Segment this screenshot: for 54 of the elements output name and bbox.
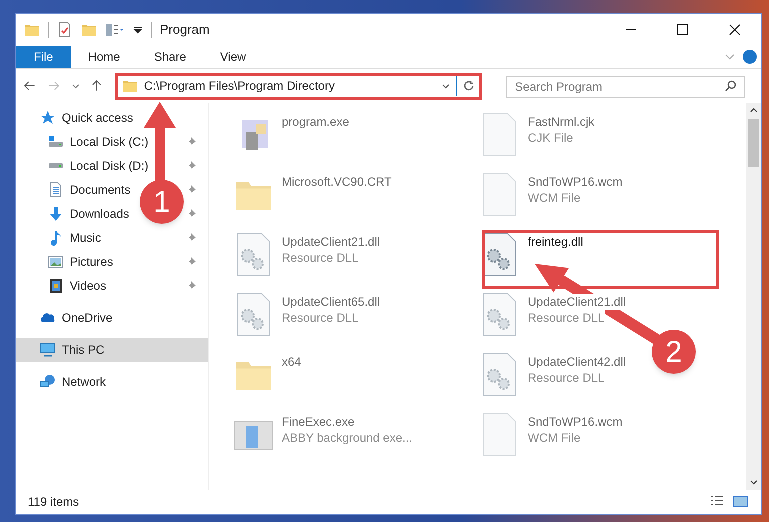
- file-type: ABBY background exe...: [282, 430, 413, 446]
- item-count: 119 items: [28, 494, 80, 511]
- search-icon: [725, 80, 737, 92]
- document-icon: [48, 182, 64, 198]
- file-name[interactable]: UpdateClient65.dll: [282, 294, 380, 310]
- file-name[interactable]: UpdateClient42.dll: [528, 354, 626, 370]
- dropdown-icon[interactable]: [133, 25, 143, 35]
- file-name[interactable]: FastNrml.cjk: [528, 114, 595, 130]
- address-bar[interactable]: C:\Program Files\Program Directory: [115, 72, 482, 100]
- ribbon-tab[interactable]: View: [203, 46, 264, 68]
- up-arrow-icon[interactable]: [91, 80, 104, 92]
- nav-item[interactable]: Local Disk (D:): [48, 157, 149, 175]
- search-field[interactable]: Search Program: [506, 76, 745, 98]
- new-folder-icon: [81, 22, 97, 38]
- nav-item[interactable]: Pictures: [48, 253, 114, 271]
- close-icon[interactable]: [729, 24, 741, 36]
- nav-item[interactable]: Quick access: [40, 109, 134, 127]
- scroll-thumb[interactable]: [748, 119, 759, 167]
- folder-icon: [122, 78, 138, 94]
- help-icon[interactable]: [743, 50, 757, 64]
- thumbnail-view-icon[interactable]: [733, 494, 749, 510]
- maximize-icon[interactable]: [677, 24, 689, 36]
- ribbon-tab[interactable]: Share: [137, 46, 204, 68]
- scroll-up-icon[interactable]: [750, 107, 758, 115]
- nav-item[interactable]: Documents: [48, 181, 131, 199]
- film-icon: [48, 278, 64, 294]
- drive-icon: [48, 163, 64, 169]
- nav-item[interactable]: Videos: [48, 277, 106, 295]
- nav-item[interactable]: Network: [40, 373, 106, 391]
- chevron-down-icon[interactable]: [72, 82, 80, 90]
- file-name[interactable]: UpdateClient21.dll: [282, 234, 380, 250]
- drive-icon: [48, 134, 64, 150]
- nav-item[interactable]: Downloads: [48, 205, 130, 223]
- ribbon-tab[interactable]: Home: [71, 46, 138, 68]
- scroll-down-icon[interactable]: [750, 478, 758, 486]
- picture-icon: [48, 254, 64, 270]
- ribbon-tab[interactable]: File: [16, 46, 72, 68]
- nav-item[interactable]: Local Disk (C:): [48, 133, 149, 151]
- view-options-icon[interactable]: [105, 22, 125, 38]
- back-arrow-icon[interactable]: [24, 80, 36, 92]
- chevron-down-icon[interactable]: [442, 82, 450, 90]
- scrollbar[interactable]: [746, 103, 761, 490]
- window-title: Program: [160, 21, 211, 40]
- file-name[interactable]: UpdateClient21.dll: [528, 294, 626, 310]
- monitor-icon: [40, 342, 56, 358]
- download-icon: [48, 206, 64, 222]
- star-icon: [40, 110, 56, 126]
- folder-icon: [24, 22, 40, 38]
- nav-item[interactable]: Music: [48, 229, 102, 247]
- file-name[interactable]: freinteg.dll: [528, 234, 584, 250]
- refresh-icon[interactable]: [463, 80, 476, 92]
- nav-item[interactable]: OneDrive: [40, 309, 113, 327]
- properties-icon[interactable]: [57, 22, 73, 38]
- network-icon: [40, 374, 56, 390]
